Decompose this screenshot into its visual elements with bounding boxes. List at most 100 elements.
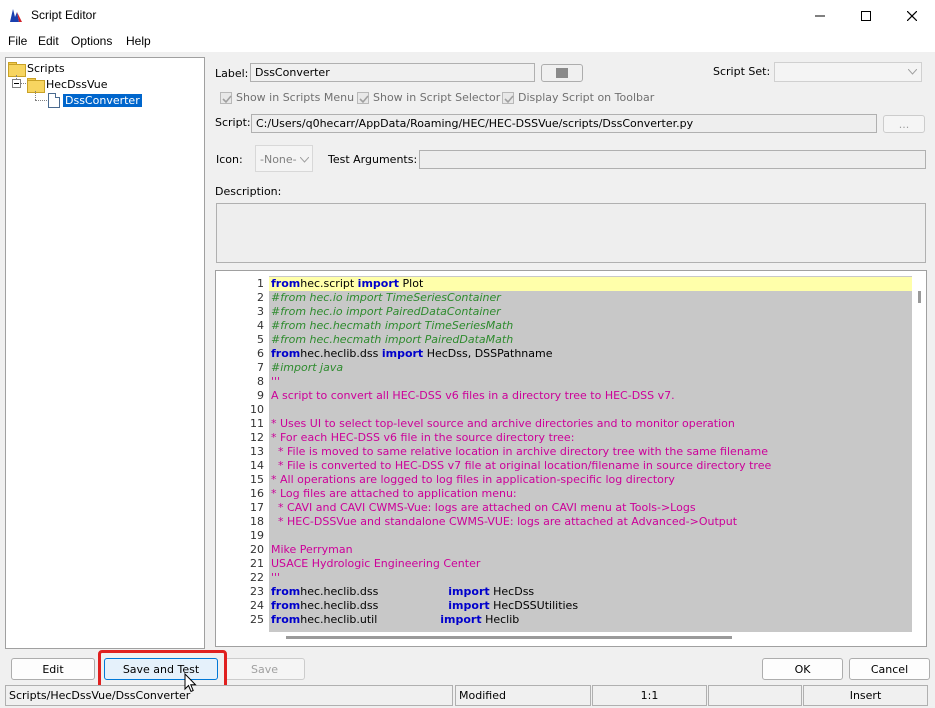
code-line: 9 A script to convert all HEC-DSS v6 file… — [216, 389, 916, 403]
checkbox-checked-icon — [220, 91, 232, 104]
collapse-icon[interactable] — [12, 79, 21, 88]
show-in-scripts-menu-checkbox[interactable]: Show in Scripts Menu — [220, 91, 354, 104]
code-text: * Uses UI to select top-level source and… — [271, 417, 735, 430]
vertical-scrollbar[interactable] — [918, 291, 921, 303]
code-text: * All operations are logged to log files… — [271, 473, 675, 486]
code-keyword: from — [271, 347, 301, 360]
code-text: ''' — [271, 375, 280, 388]
close-icon — [907, 10, 917, 21]
status-extra — [708, 685, 802, 706]
code-comment: #import java — [271, 361, 344, 374]
horizontal-scrollbar[interactable] — [286, 636, 732, 639]
code-string: * For each HEC-DSS v6 file in the source… — [271, 431, 575, 444]
code-token: HecDss, DSSPathname — [423, 347, 553, 360]
tree-label-hecdssvue: HecDssVue — [46, 77, 108, 91]
code-comment: #from hec.hecmath import PairedDataMath — [271, 333, 514, 346]
maximize-button[interactable] — [843, 0, 889, 31]
line-number: 3 — [257, 305, 264, 318]
code-text: fromhec.heclib.dss import HecDSSUtilitie… — [271, 599, 578, 612]
code-token: Plot — [399, 277, 424, 290]
code-text: #from hec.io import TimeSeriesContainer — [271, 291, 501, 304]
chevron-down-icon — [300, 157, 309, 163]
code-token: HecDss — [489, 585, 535, 598]
code-line: 4 #from hec.hecmath import TimeSeriesMath — [216, 319, 916, 333]
line-number: 16 — [250, 487, 264, 500]
code-line: 18 * HEC-DSSVue and standalone CWMS-VUE:… — [216, 515, 916, 529]
code-text: fromhec.heclib.dss import HecDss, DSSPat… — [271, 347, 553, 360]
code-line: 5 #from hec.hecmath import PairedDataMath — [216, 333, 916, 347]
code-line: 7 #import java — [216, 361, 916, 375]
code-line: 19 — [216, 529, 916, 543]
test-arguments-field[interactable] — [419, 150, 926, 169]
window-title: Script Editor — [31, 8, 97, 22]
script-set-select[interactable] — [774, 62, 922, 82]
tree-node-hecdssvue[interactable]: HecDssVue — [27, 76, 108, 93]
code-keyword: from — [271, 277, 301, 290]
edit-button[interactable]: Edit — [11, 658, 95, 680]
code-text: fromhec.script import Plot — [271, 277, 423, 290]
code-token: HecDSSUtilities — [489, 599, 579, 612]
code-string: * HEC-DSSVue and standalone CWMS-VUE: lo… — [271, 515, 738, 528]
code-line: 23 fromhec.heclib.dss import HecDss — [216, 585, 916, 599]
line-number: 12 — [250, 431, 264, 444]
code-text: * File is converted to HEC-DSS v7 file a… — [271, 459, 771, 472]
label-field[interactable]: DssConverter — [250, 63, 535, 82]
color-swatch-icon — [556, 68, 568, 78]
script-path-field[interactable]: C:/Users/q0hecarr/AppData/Roaming/HEC/HE… — [251, 114, 877, 133]
code-text: USACE Hydrologic Engineering Center — [271, 557, 480, 570]
code-string: * File is converted to HEC-DSS v7 file a… — [271, 459, 772, 472]
code-line: 10 — [216, 403, 916, 417]
code-token: hec.heclib.dss — [300, 585, 449, 598]
menu-bar: File Edit Options Help — [0, 31, 935, 52]
menu-file[interactable]: File — [8, 34, 27, 48]
code-editor[interactable]: 1 fromhec.script import Plot 2 #from hec.io… — [215, 270, 927, 647]
line-number: 7 — [257, 361, 264, 374]
show-in-script-selector-checkbox[interactable]: Show in Script Selector — [357, 91, 500, 104]
browse-button[interactable]: ... — [883, 115, 925, 133]
save-button[interactable]: Save — [224, 658, 305, 680]
code-string: * File is moved to same relative locatio… — [271, 445, 769, 458]
icon-select[interactable]: -None- — [255, 145, 313, 172]
tree-connector — [21, 83, 26, 84]
tree-node-scripts[interactable]: Scripts — [8, 60, 65, 77]
hec-dssvue-app-icon — [10, 9, 22, 22]
show-in-scripts-menu-label: Show in Scripts Menu — [236, 91, 355, 104]
code-comment: #from hec.io import TimeSeriesContainer — [271, 291, 501, 304]
code-text: #from hec.io import PairedDataContainer — [271, 305, 501, 318]
code-line: 16 * Log files are attached to applicatio… — [216, 487, 916, 501]
code-comment: #from hec.hecmath import TimeSeriesMath — [271, 319, 514, 332]
status-mode: Insert — [803, 685, 928, 706]
label-caption: Label: — [215, 67, 249, 80]
code-comment: #from hec.io import PairedDataContainer — [271, 305, 501, 318]
ok-button[interactable]: OK — [762, 658, 843, 680]
minimize-button[interactable] — [797, 0, 843, 31]
code-keyword: from — [271, 585, 301, 598]
code-text: * Log files are attached to application … — [271, 487, 517, 500]
script-tree[interactable]: Scripts HecDssVue DssConverter — [5, 57, 205, 649]
code-line: 14 * File is converted to HEC-DSS v7 fil… — [216, 459, 916, 473]
description-caption: Description: — [215, 185, 282, 198]
code-text: Mike Perryman — [271, 543, 353, 556]
tree-node-dssconverter[interactable]: DssConverter — [48, 92, 142, 108]
minimize-icon — [815, 15, 825, 16]
menu-help[interactable]: Help — [126, 34, 151, 48]
color-picker-button[interactable] — [541, 64, 583, 82]
code-string: * All operations are logged to log files… — [271, 473, 675, 486]
code-string: ''' — [271, 375, 281, 388]
title-bar: Script Editor — [0, 0, 935, 31]
display-on-toolbar-checkbox[interactable]: Display Script on Toolbar — [502, 91, 654, 104]
menu-options[interactable]: Options — [71, 34, 112, 48]
code-text: #from hec.hecmath import PairedDataMath — [271, 333, 513, 346]
close-window-button[interactable] — [889, 0, 935, 31]
code-string: ''' — [271, 571, 281, 584]
mouse-pointer-icon — [184, 673, 197, 693]
code-string: A script to convert all HEC-DSS v6 files… — [271, 389, 675, 402]
line-number: 19 — [250, 529, 264, 542]
test-arguments-caption: Test Arguments: — [328, 153, 418, 166]
code-string: * Uses UI to select top-level source and… — [271, 417, 735, 430]
code-keyword: import — [381, 347, 424, 360]
cancel-button[interactable]: Cancel — [849, 658, 930, 680]
description-field[interactable] — [216, 203, 926, 263]
menu-edit[interactable]: Edit — [38, 34, 59, 48]
code-keyword: from — [271, 613, 301, 626]
